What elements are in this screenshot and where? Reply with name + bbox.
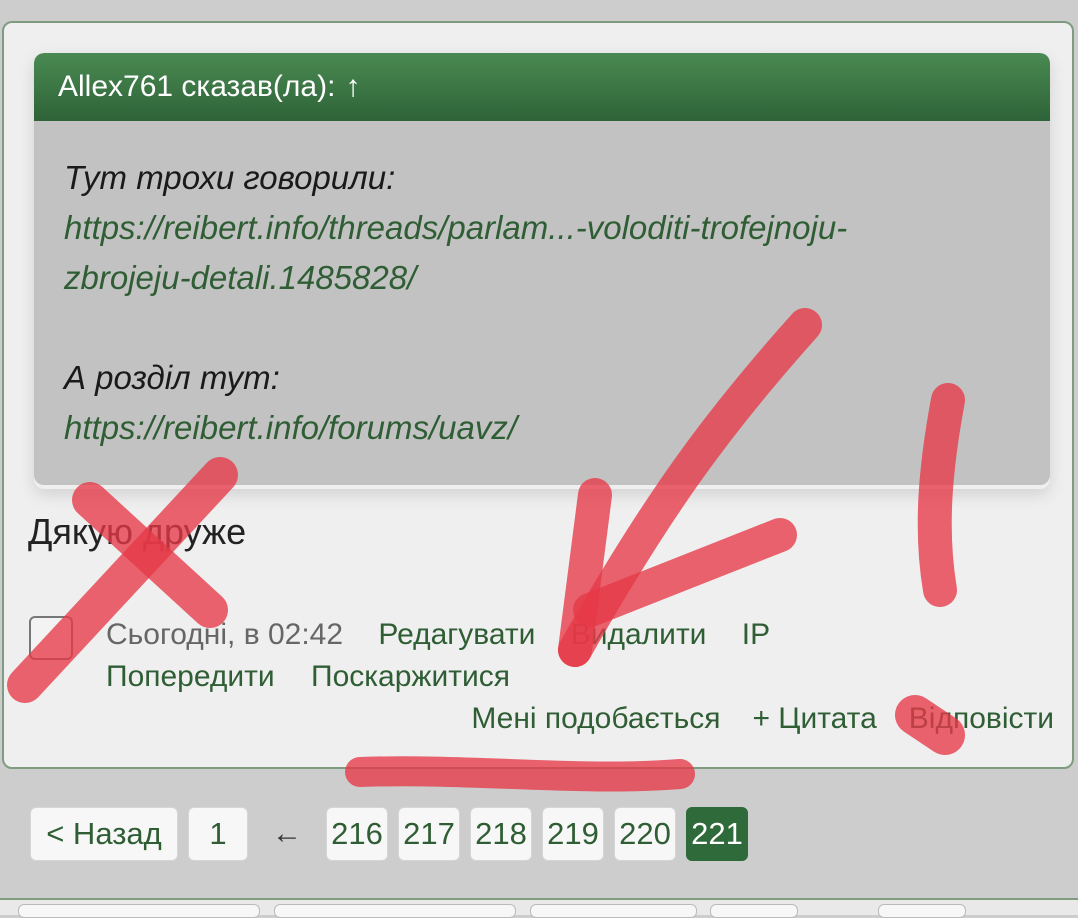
like-link[interactable]: Мені подобається: [471, 698, 720, 740]
bottom-tab[interactable]: [274, 904, 516, 918]
quote-link[interactable]: + Цитата: [752, 698, 876, 740]
ip-link[interactable]: IP: [742, 618, 770, 651]
bottom-tab[interactable]: [878, 904, 966, 918]
current-page-button[interactable]: 221: [686, 807, 748, 861]
reply-link[interactable]: Відповісти: [909, 698, 1054, 740]
quote-box: Allex761 сказав(ла): ↑ Тут трохи говорил…: [34, 53, 1050, 489]
bottom-tab[interactable]: [710, 904, 798, 918]
quote-text-2: А розділ тут:: [64, 359, 280, 396]
quote-link-1-part2[interactable]: zbrojeju-detali.1485828/: [64, 253, 1020, 303]
edit-link[interactable]: Редагувати: [378, 618, 535, 651]
bottom-tab[interactable]: [18, 904, 260, 918]
delete-link[interactable]: Видалити: [571, 618, 707, 651]
page-1-button[interactable]: 1: [188, 807, 248, 861]
post-date: Сьогодні, в 02:42: [106, 618, 344, 651]
quote-link-1-part1[interactable]: https://reibert.info/threads/parlam...-v…: [64, 203, 1020, 253]
warn-link[interactable]: Попередити: [106, 660, 275, 693]
report-link[interactable]: Поскаржитися: [311, 660, 510, 693]
post-meta-row-2: Попередити Поскаржитися: [106, 656, 538, 698]
prev-page-button[interactable]: < Назад: [30, 807, 178, 861]
pagination-gap-arrow: ←: [272, 817, 302, 850]
page-button[interactable]: 217: [398, 807, 460, 861]
quote-text-1: Тут трохи говорили:: [64, 159, 396, 196]
page-button[interactable]: 220: [614, 807, 676, 861]
quote-link-2[interactable]: https://reibert.info/forums/uavz/: [64, 403, 1020, 453]
quote-body: Тут трохи говорили: https://reibert.info…: [34, 121, 1050, 485]
pagination: < Назад 1 ← 216 217 218 219 220 221: [30, 807, 758, 861]
quote-jump-arrow-icon[interactable]: ↑: [345, 70, 360, 104]
page-button[interactable]: 219: [542, 807, 604, 861]
underline-stroke: [345, 756, 695, 792]
bottom-tab[interactable]: [530, 904, 697, 918]
page-button[interactable]: 218: [470, 807, 532, 861]
post-message: Дякую друже: [28, 511, 247, 552]
quote-author: Allex761 сказав(ла):: [58, 70, 336, 103]
page-button[interactable]: 216: [326, 807, 388, 861]
post-meta-row: Сьогодні, в 02:42 Редагувати Видалити IP: [106, 614, 797, 656]
select-post-checkbox[interactable]: [29, 616, 73, 660]
post-footer: Мені подобається + Цитата Відповісти: [471, 698, 1054, 740]
quote-header[interactable]: Allex761 сказав(ла): ↑: [34, 53, 1050, 121]
